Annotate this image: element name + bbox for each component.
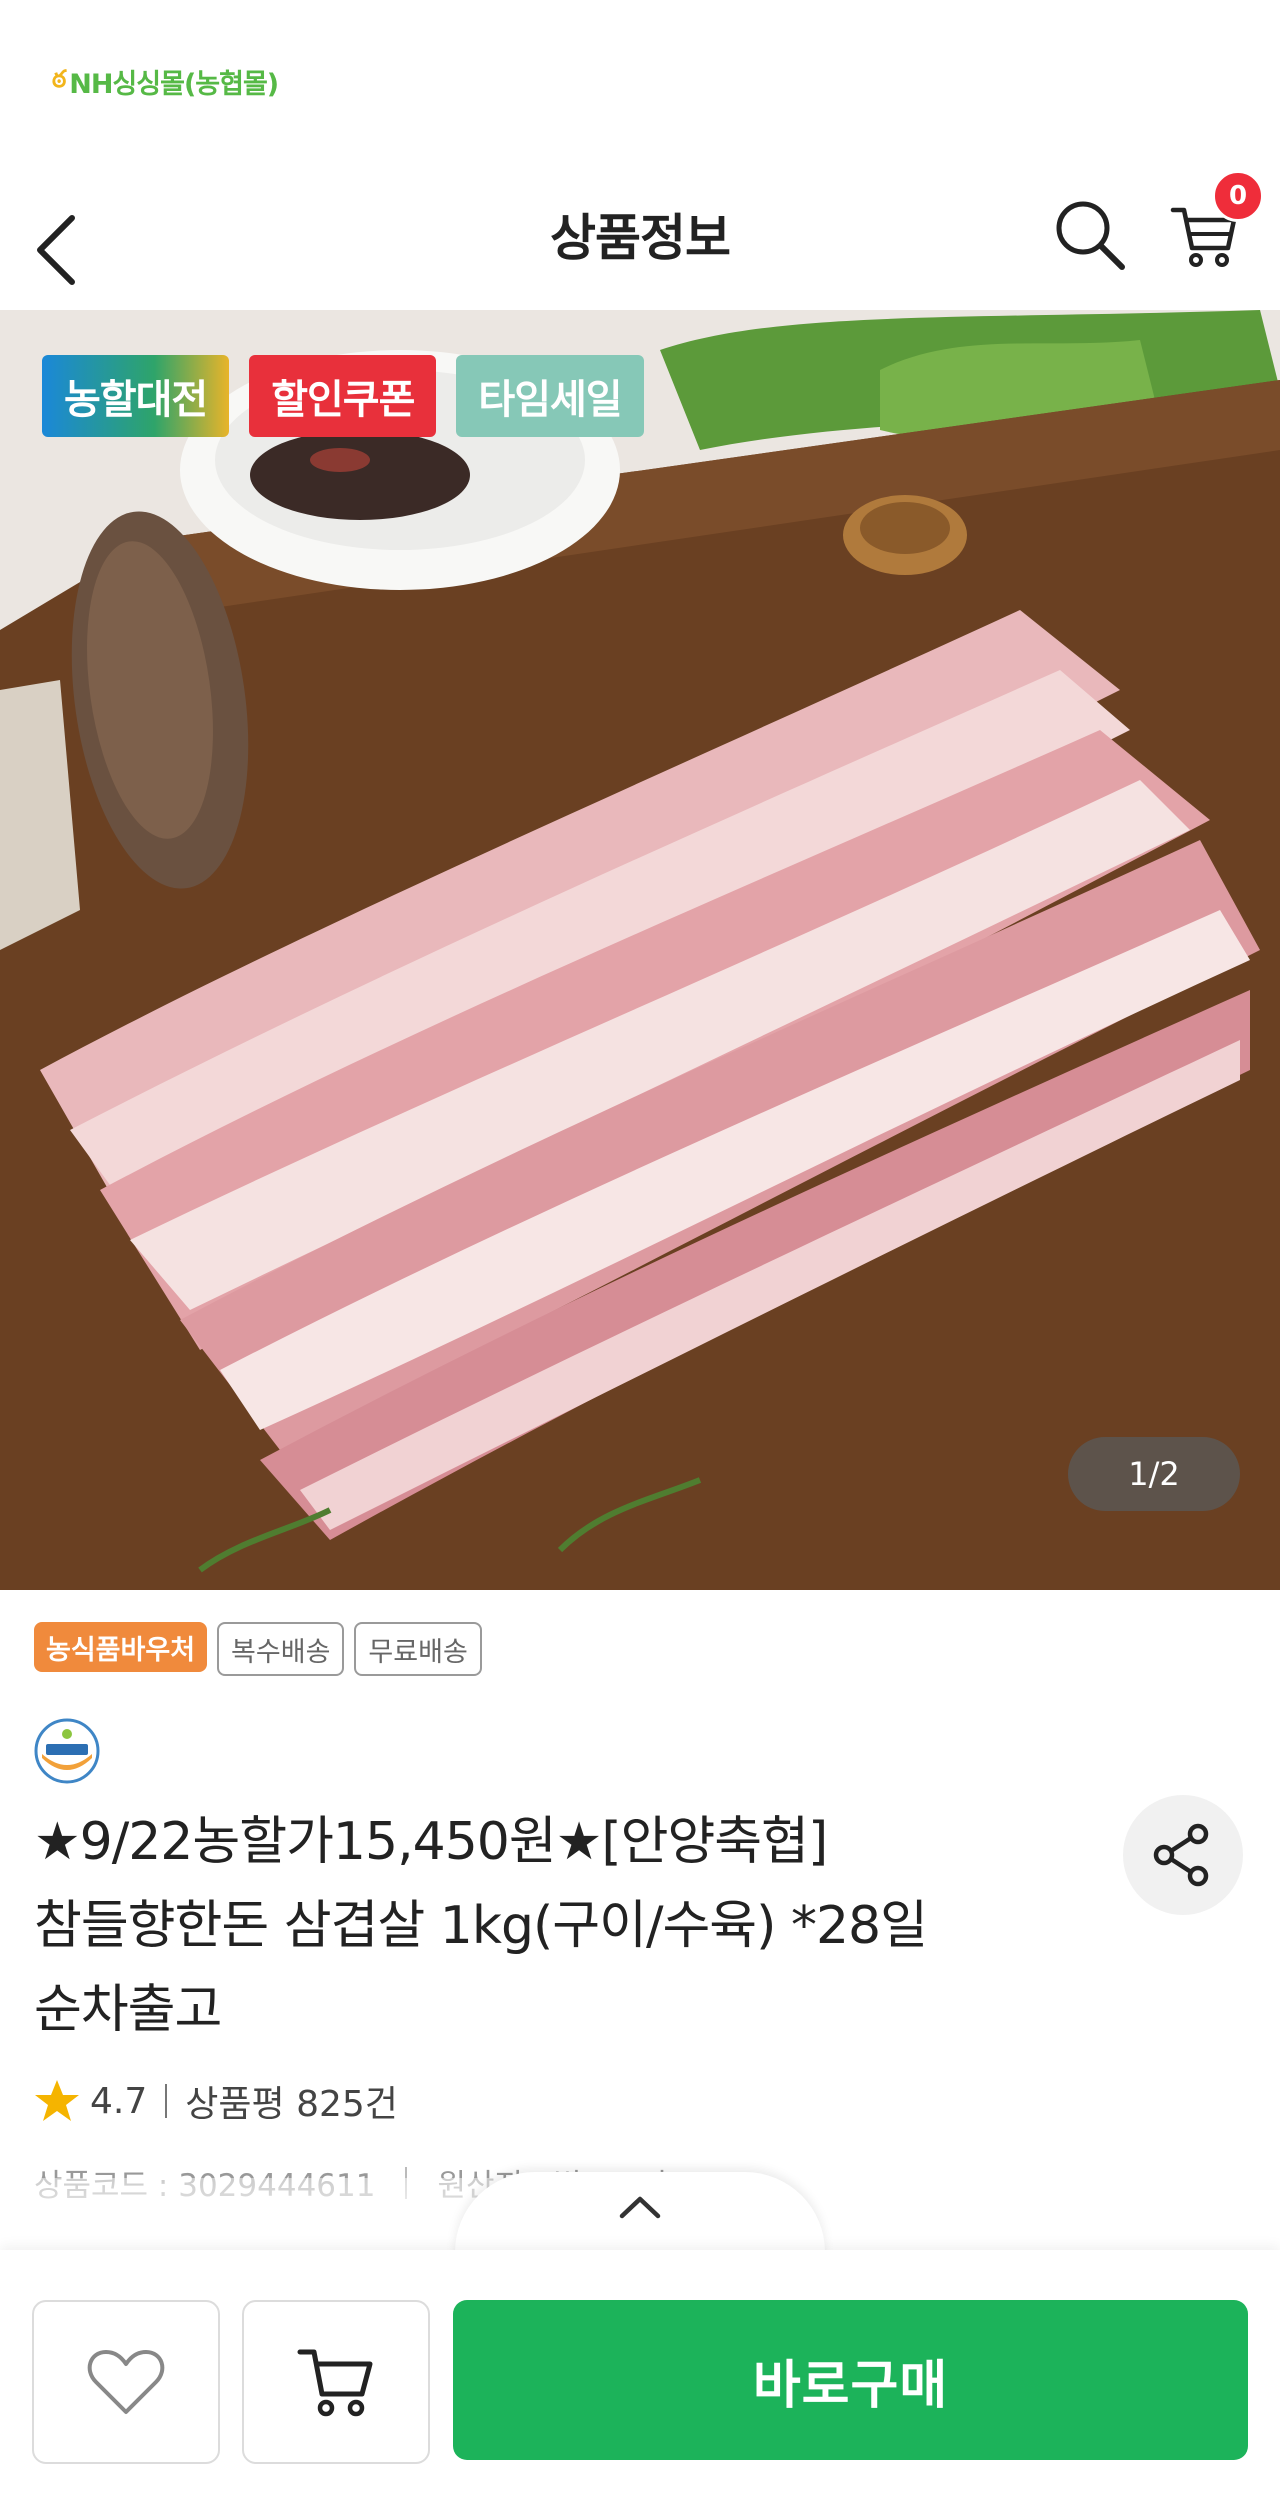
buy-now-button[interactable]: 바로구매 — [453, 2300, 1248, 2460]
page-header: 상품정보 0 — [0, 150, 1280, 310]
logo-drop-icon: ఠ — [52, 64, 66, 93]
promo-badge-row: 농할대전 할인쿠폰 타임세일 — [42, 355, 644, 437]
product-title-line-2: 참들향한돈 삼겹살 1kg(구이/수육) *28일 — [34, 1896, 928, 1956]
share-icon — [1153, 1823, 1209, 1887]
promo-badge-farm-sale: 농할대전 — [42, 355, 230, 437]
haccp-logo — [34, 1718, 100, 1784]
product-tags: 농식품바우처 복수배송 무료배송 — [34, 1622, 482, 1676]
search-button[interactable] — [1050, 195, 1130, 275]
promo-badge-time-sale: 타임세일 — [456, 355, 644, 437]
image-pager: 1/2 — [1068, 1437, 1240, 1511]
pork-belly-photo — [0, 310, 1280, 1590]
promo-badge-coupon: 할인쿠폰 — [249, 355, 437, 437]
logo-text: NH싱싱몰(농협몰) — [69, 69, 279, 100]
chevron-up-icon — [619, 2196, 661, 2219]
tag-multi-delivery: 복수배송 — [217, 1622, 345, 1676]
mall-logo[interactable]: ఠ NH싱싱몰(농협몰) — [52, 62, 279, 101]
star-icon — [35, 2080, 79, 2121]
rating-row[interactable]: 4.7 상품평 825건 — [34, 2075, 398, 2127]
mall-logo-bar: ఠ NH싱싱몰(농협몰) — [0, 0, 1280, 150]
rating-score: 4.7 — [90, 2080, 148, 2122]
add-to-cart-button[interactable] — [242, 2300, 430, 2464]
bottom-action-bar: 바로구매 — [0, 2250, 1280, 2514]
tag-voucher: 농식품바우처 — [34, 1622, 208, 1672]
cart-add-icon — [297, 2349, 373, 2417]
cart-count-badge: 0 — [1212, 170, 1264, 222]
share-button[interactable] — [1123, 1795, 1243, 1915]
divider — [165, 2084, 168, 2118]
review-count[interactable]: 상품평 825건 — [185, 2075, 398, 2127]
expand-detail-handle[interactable] — [455, 2172, 825, 2262]
search-icon — [1056, 201, 1125, 270]
product-image[interactable]: 농할대전 할인쿠폰 타임세일 1/2 — [0, 310, 1280, 1590]
wishlist-button[interactable] — [32, 2300, 220, 2464]
product-title: ★9/22농할가15,450원★[안양축협] 참들향한돈 삼겹살 1kg(구이/… — [34, 1800, 1094, 2052]
heart-icon — [87, 2350, 165, 2414]
product-title-line-1: ★9/22농할가15,450원★[안양축협] — [34, 1812, 828, 1872]
tag-free-delivery: 무료배송 — [354, 1622, 482, 1676]
product-title-line-3: 순차출고 — [34, 1980, 222, 2040]
